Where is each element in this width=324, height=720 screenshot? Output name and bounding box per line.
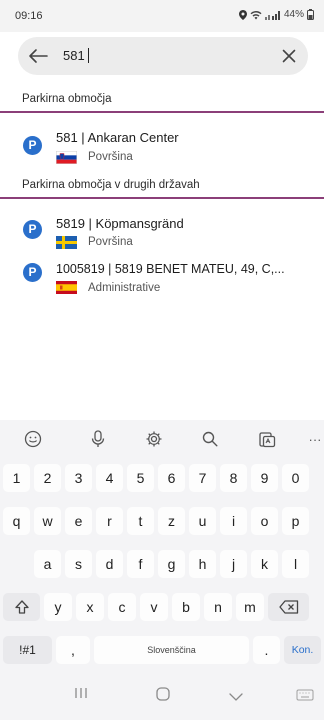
recent-apps-icon <box>75 688 87 698</box>
location-icon <box>238 9 247 20</box>
key-a[interactable]: a <box>34 550 61 578</box>
key-o[interactable]: o <box>251 507 278 535</box>
key-5[interactable]: 5 <box>127 464 154 492</box>
key-y[interactable]: y <box>44 593 72 621</box>
clipboard-icon[interactable] <box>256 428 278 450</box>
emoji-icon[interactable] <box>22 428 44 450</box>
key-l[interactable]: l <box>282 550 309 578</box>
key-q[interactable]: q <box>3 507 30 535</box>
result-subtitle: Površina <box>88 236 133 248</box>
key-i[interactable]: i <box>220 507 247 535</box>
key-p[interactable]: p <box>282 507 309 535</box>
key-e[interactable]: e <box>65 507 92 535</box>
home-button[interactable] <box>155 686 171 707</box>
key-7[interactable]: 7 <box>189 464 216 492</box>
shift-key[interactable] <box>3 593 40 621</box>
result-item[interactable]: P 581 | Ankaran Center Površina <box>0 124 324 168</box>
key-c[interactable]: c <box>108 593 136 621</box>
space-key[interactable]: Slovenščina <box>94 636 249 664</box>
result-title: 5819 | Köpmansgränd <box>56 216 184 231</box>
section-header-parking-zones: Parkirna območja <box>0 89 324 113</box>
keyboard-icon <box>296 689 314 701</box>
key-k[interactable]: k <box>251 550 278 578</box>
key-w[interactable]: w <box>34 507 61 535</box>
slovenia-flag-icon <box>56 151 77 164</box>
key-z[interactable]: z <box>158 507 185 535</box>
key-b[interactable]: b <box>172 593 200 621</box>
enter-key[interactable]: Kon. <box>284 636 321 664</box>
spain-flag-icon <box>56 281 77 294</box>
symbols-key[interactable]: !#1 <box>3 636 52 664</box>
result-item[interactable]: P 1005819 | 5819 BENET MATEU, 49, C,... … <box>0 253 324 297</box>
clear-icon[interactable] <box>282 49 296 63</box>
search-input[interactable]: 581 <box>63 48 90 63</box>
key-v[interactable]: v <box>140 593 168 621</box>
key-f[interactable]: f <box>127 550 154 578</box>
home-icon <box>156 687 170 701</box>
result-title: 581 | Ankaran Center <box>56 130 179 145</box>
signal-icon <box>264 10 280 20</box>
result-title: 1005819 | 5819 BENET MATEU, 49, C,... <box>56 262 285 276</box>
status-bar: 09:16 44% <box>0 0 324 32</box>
battery-icon <box>307 9 314 20</box>
sweden-flag-icon <box>56 236 77 249</box>
more-options-icon[interactable]: ··· <box>306 428 324 450</box>
key-d[interactable]: d <box>96 550 123 578</box>
backspace-key[interactable] <box>268 593 309 621</box>
text-caret <box>87 48 90 63</box>
key-n[interactable]: n <box>204 593 232 621</box>
keyboard-toolbar: ··· <box>0 420 324 458</box>
key-1[interactable]: 1 <box>3 464 30 492</box>
system-nav-bar <box>0 672 324 720</box>
settings-gear-icon[interactable] <box>143 428 165 450</box>
key-t[interactable]: t <box>127 507 154 535</box>
key-3[interactable]: 3 <box>65 464 92 492</box>
key-x[interactable]: x <box>76 593 104 621</box>
key-j[interactable]: j <box>220 550 247 578</box>
key-s[interactable]: s <box>65 550 92 578</box>
result-subtitle: Administrative <box>88 282 161 294</box>
search-bar: 581 <box>18 37 308 75</box>
key-0[interactable]: 0 <box>282 464 309 492</box>
key-g[interactable]: g <box>158 550 185 578</box>
key-6[interactable]: 6 <box>158 464 185 492</box>
key-4[interactable]: 4 <box>96 464 123 492</box>
status-icons: 44% <box>238 9 314 20</box>
key-2[interactable]: 2 <box>34 464 61 492</box>
section-header-other-countries: Parkirna območja v drugih državah <box>0 175 324 199</box>
parking-icon: P <box>23 136 42 155</box>
wifi-icon <box>250 10 262 19</box>
status-time: 09:16 <box>15 10 43 22</box>
period-key[interactable]: . <box>253 636 280 664</box>
result-item[interactable]: P 5819 | Köpmansgränd Površina <box>0 210 324 254</box>
key-u[interactable]: u <box>189 507 216 535</box>
key-8[interactable]: 8 <box>220 464 247 492</box>
result-subtitle: Površina <box>88 151 133 163</box>
back-arrow-icon[interactable] <box>28 48 48 64</box>
hide-keyboard-button[interactable] <box>228 689 244 707</box>
key-m[interactable]: m <box>236 593 264 621</box>
keyboard: 1 2 3 4 5 6 7 8 9 0 q w e r t z u i o p … <box>0 458 324 672</box>
key-9[interactable]: 9 <box>251 464 278 492</box>
microphone-icon[interactable] <box>87 428 109 450</box>
keyboard-switch-button[interactable] <box>296 688 314 706</box>
search-icon[interactable] <box>199 428 221 450</box>
search-query: 581 <box>63 48 85 63</box>
backspace-icon <box>278 600 298 614</box>
chevron-down-icon <box>229 693 243 701</box>
shift-icon <box>14 600 29 614</box>
key-h[interactable]: h <box>189 550 216 578</box>
parking-icon: P <box>23 263 42 282</box>
recent-apps-button[interactable] <box>74 686 88 705</box>
comma-key[interactable]: , <box>56 636 90 664</box>
parking-icon: P <box>23 220 42 239</box>
key-r[interactable]: r <box>96 507 123 535</box>
battery-percent: 44% <box>283 9 304 20</box>
